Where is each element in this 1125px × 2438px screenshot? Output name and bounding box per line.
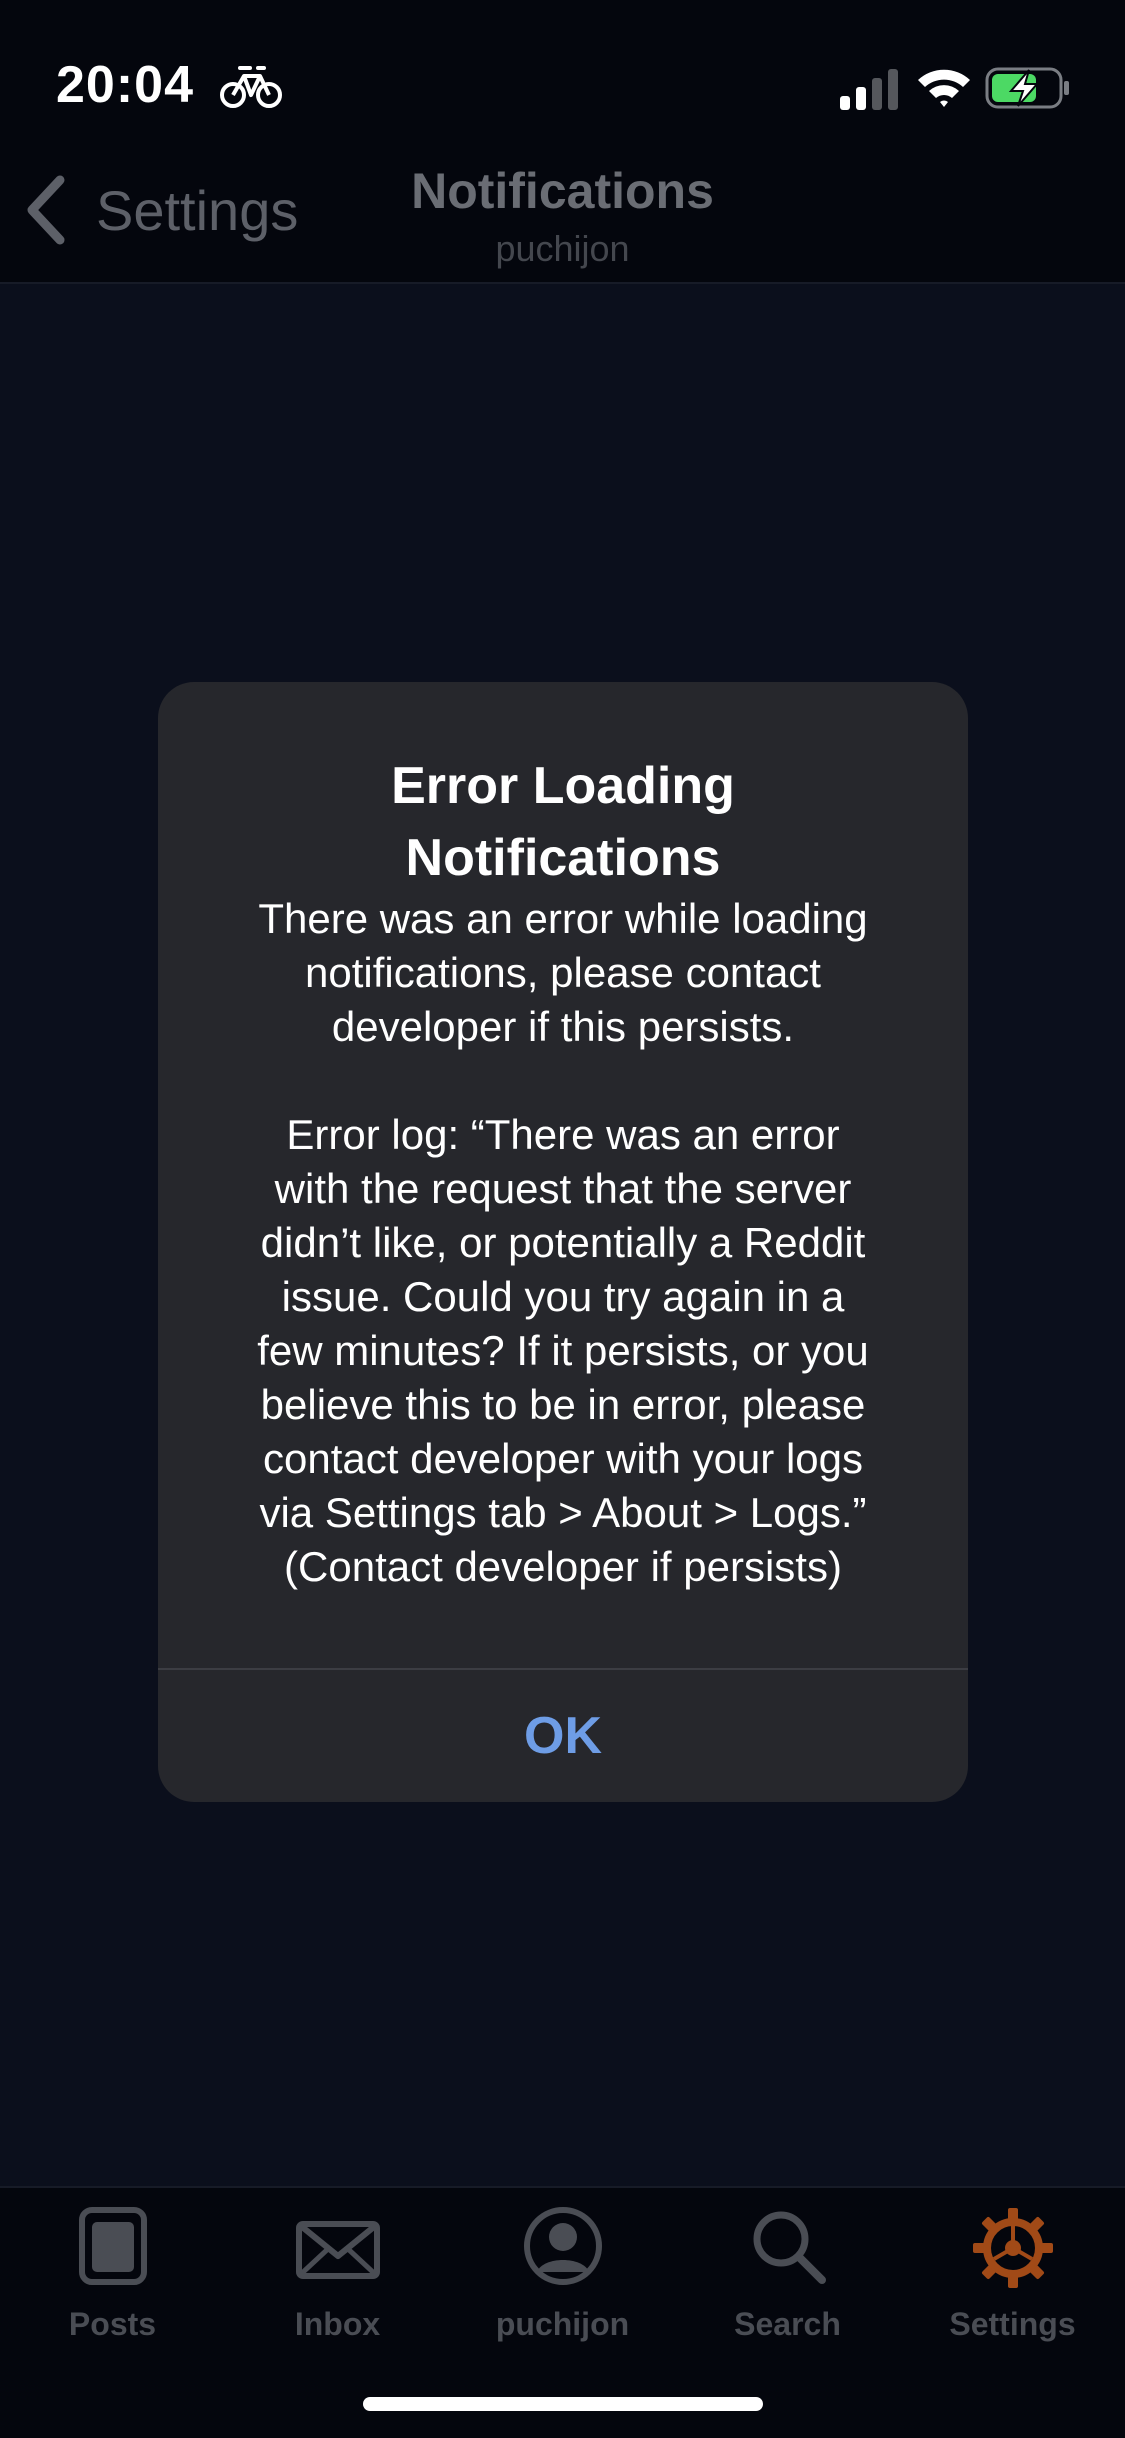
error-log-line: Error log: “There was an error xyxy=(286,1111,840,1158)
signal-icon xyxy=(840,69,898,110)
error-log-line: didn’t like, or potentially a Reddit xyxy=(260,1219,866,1266)
error-log-line: (Contact developer if persists) xyxy=(284,1543,842,1590)
status-time: 20:04 xyxy=(56,56,194,114)
inbox-icon xyxy=(295,2221,380,2279)
tab-settings[interactable]: Settings xyxy=(900,2206,1125,2356)
page-title: Notifications xyxy=(411,163,714,219)
alert-title-line: Notifications xyxy=(405,829,721,887)
alert-message-line: notifications, please contact xyxy=(305,949,821,996)
home-indicator[interactable] xyxy=(363,2397,763,2411)
tab-posts[interactable]: Posts xyxy=(0,2206,225,2356)
alert-message: There was an error while loading notific… xyxy=(198,892,928,1594)
wifi-icon xyxy=(918,69,970,107)
status-bar: 20:04 xyxy=(0,0,1125,140)
battery-charging-icon xyxy=(985,67,1069,109)
tab-inbox[interactable]: Inbox xyxy=(225,2206,450,2356)
profile-icon xyxy=(523,2207,602,2285)
error-alert-dialog: Error Loading Notifications There was an… xyxy=(158,682,968,1802)
alert-title: Error Loading Notifications xyxy=(198,750,928,894)
error-log-line: contact developer with your logs xyxy=(263,1435,863,1482)
tab-label: Inbox xyxy=(294,2306,381,2342)
tab-profile[interactable]: puchijon xyxy=(450,2206,675,2356)
error-log-line: few minutes? If it persists, or you xyxy=(257,1327,869,1374)
navigation-bar: Settings Notifications puchijon xyxy=(0,140,1125,284)
tab-search[interactable]: Search xyxy=(675,2206,900,2356)
ok-button[interactable]: OK xyxy=(158,1670,968,1802)
page-subtitle: puchijon xyxy=(495,228,630,269)
error-log-line: with the request that the server xyxy=(274,1165,852,1212)
settings-gear-icon xyxy=(972,2208,1053,2288)
error-log-line: believe this to be in error, please xyxy=(260,1381,866,1428)
tab-label: puchijon xyxy=(495,2306,630,2342)
posts-icon xyxy=(78,2207,147,2285)
alert-message-line: There was an error while loading xyxy=(258,895,868,942)
tab-label: Search xyxy=(734,2306,841,2342)
alert-title-line: Error Loading xyxy=(391,757,735,815)
bike-icon xyxy=(220,66,282,108)
error-log-line: issue. Could you try again in a xyxy=(281,1273,845,1320)
search-icon xyxy=(753,2211,826,2284)
tab-label: Settings xyxy=(949,2306,1076,2342)
tab-label: Posts xyxy=(68,2306,157,2342)
alert-message-line: developer if this persists. xyxy=(331,1003,795,1050)
error-log-line: via Settings tab > About > Logs.” xyxy=(259,1489,867,1536)
